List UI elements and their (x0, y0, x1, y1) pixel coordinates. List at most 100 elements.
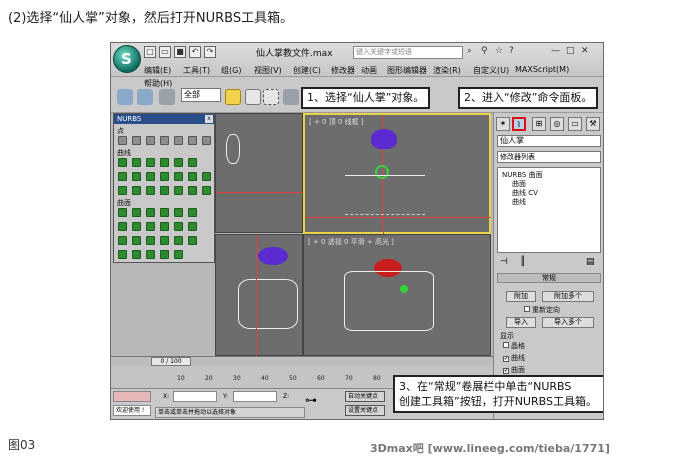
search-input[interactable]: 键入关键字或短语 (353, 46, 463, 59)
modify-tab-icon[interactable]: ⌇ (512, 117, 526, 131)
frame-counter[interactable]: 0 / 100 (151, 357, 191, 366)
maximize-icon[interactable]: □ (566, 46, 575, 56)
search-icon[interactable]: ⌕ (467, 46, 472, 56)
curve-tool-icon[interactable] (174, 172, 183, 181)
modifier-list-dropdown[interactable]: 修改器列表 (497, 151, 601, 163)
favorites-icon[interactable]: ☆ (495, 46, 503, 56)
subscription-icon[interactable]: ⚲ (481, 46, 488, 56)
cactus-flower-object[interactable] (371, 129, 397, 149)
selection-filter-dropdown[interactable]: 全部 (181, 88, 221, 102)
utilities-tab-icon[interactable]: ⚒ (586, 117, 600, 131)
curve-tool-icon[interactable] (118, 186, 127, 195)
show-end-result-icon[interactable]: ║ (520, 257, 525, 267)
curve-tool-icon[interactable] (174, 186, 183, 195)
stack-item-curve[interactable]: 曲线 (512, 197, 526, 207)
curve-tool-icon[interactable] (160, 172, 169, 181)
curve-tool-icon[interactable] (202, 172, 211, 181)
curve-tool-icon[interactable] (202, 186, 211, 195)
general-rollout-header[interactable]: 常规 (497, 273, 601, 283)
motion-tab-icon[interactable]: ◎ (550, 117, 564, 131)
modifier-stack[interactable]: NURBS 曲面 曲面 曲线 CV 曲线 (497, 167, 601, 253)
menu-rendering[interactable]: 渲染(R) (433, 65, 461, 76)
unlink-icon[interactable] (137, 89, 153, 105)
save-icon[interactable]: ■ (174, 46, 186, 58)
maxscript-listener-field[interactable] (113, 391, 151, 402)
menu-animation[interactable]: 动画 (361, 65, 377, 76)
curve-tool-icon[interactable] (160, 186, 169, 195)
surface-tool-icon[interactable] (132, 236, 141, 245)
surface-tool-icon[interactable] (146, 222, 155, 231)
surface-tool-icon[interactable] (174, 208, 183, 217)
curve-tool-icon[interactable] (146, 186, 155, 195)
curve-tool-icon[interactable] (146, 158, 155, 167)
new-file-icon[interactable]: □ (144, 46, 156, 58)
select-by-name-icon[interactable] (245, 89, 261, 105)
y-coordinate-field[interactable] (233, 391, 277, 402)
viewport-left[interactable] (215, 234, 303, 357)
menu-maxscript[interactable]: MAXScript(M) (515, 65, 569, 74)
help-icon[interactable]: ? (509, 46, 514, 56)
undo-icon[interactable]: ↶ (189, 46, 201, 58)
surface-tool-icon[interactable] (174, 236, 183, 245)
menu-tools[interactable]: 工具(T) (183, 65, 210, 76)
attach-button[interactable]: 附加 (506, 291, 536, 302)
point-tool-icon[interactable] (146, 136, 155, 145)
surface-tool-icon[interactable] (160, 208, 169, 217)
import-multiple-button[interactable]: 导入多个 (542, 317, 594, 328)
set-key-button[interactable]: 设置关键点 (345, 405, 385, 416)
pin-stack-icon[interactable]: ⊣ (500, 257, 508, 267)
surface-tool-icon[interactable] (118, 236, 127, 245)
import-button[interactable]: 导入 (506, 317, 536, 328)
curve-tool-icon[interactable] (188, 186, 197, 195)
surface-tool-icon[interactable] (188, 208, 197, 217)
curve-tool-icon[interactable] (132, 158, 141, 167)
menu-create[interactable]: 创建(C) (293, 65, 321, 76)
curve-tool-icon[interactable] (132, 186, 141, 195)
surface-tool-icon[interactable] (132, 222, 141, 231)
menu-help[interactable]: 帮助(H) (144, 78, 172, 89)
hierarchy-tab-icon[interactable]: ⊞ (532, 117, 546, 131)
curves-checkbox[interactable]: ✔ 曲线 (503, 353, 525, 363)
nurbs-toolbox-panel[interactable]: NURBS x 点 曲线 曲面 (113, 113, 215, 263)
surface-tool-icon[interactable] (160, 222, 169, 231)
surface-tool-icon[interactable] (118, 208, 127, 217)
bind-space-warp-icon[interactable] (159, 89, 175, 105)
surface-tool-icon[interactable] (118, 250, 127, 259)
nurbs-panel-title[interactable]: NURBS (114, 114, 214, 124)
surface-tool-icon[interactable] (160, 250, 169, 259)
viewport-front[interactable] (215, 113, 304, 233)
close-icon[interactable]: x (205, 115, 213, 123)
surface-tool-icon[interactable] (132, 250, 141, 259)
surface-tool-icon[interactable] (146, 236, 155, 245)
point-tool-icon[interactable] (202, 136, 211, 145)
surface-tool-icon[interactable] (146, 250, 155, 259)
point-tool-icon[interactable] (188, 136, 197, 145)
x-coordinate-field[interactable] (173, 391, 217, 402)
menu-edit[interactable]: 编辑(E) (144, 65, 171, 76)
surface-tool-icon[interactable] (118, 222, 127, 231)
menu-views[interactable]: 视图(V) (254, 65, 282, 76)
display-tab-icon[interactable]: ▭ (568, 117, 582, 131)
surface-tool-icon[interactable] (146, 208, 155, 217)
window-crossing-icon[interactable] (283, 89, 299, 105)
configure-sets-icon[interactable]: ▤ (586, 257, 595, 267)
point-tool-icon[interactable] (174, 136, 183, 145)
curve-tool-icon[interactable] (118, 172, 127, 181)
key-icon[interactable]: ⊶ (305, 393, 317, 407)
surface-tool-icon[interactable] (132, 208, 141, 217)
curve-tool-icon[interactable] (174, 158, 183, 167)
menu-graph-editors[interactable]: 图形编辑器 (387, 65, 427, 76)
surface-tool-icon[interactable] (188, 222, 197, 231)
surface-tool-icon[interactable] (160, 236, 169, 245)
menu-modifiers[interactable]: 修改器 (331, 65, 355, 76)
create-tab-icon[interactable]: ✶ (496, 117, 510, 131)
curve-tool-icon[interactable] (188, 158, 197, 167)
time-slider[interactable]: 0 / 100 (111, 356, 493, 366)
object-name-field[interactable]: 仙人掌 (497, 135, 601, 147)
minimize-icon[interactable]: — (551, 46, 560, 56)
surface-tool-icon[interactable] (188, 236, 197, 245)
point-tool-icon[interactable] (132, 136, 141, 145)
surfaces-checkbox[interactable]: ✔ 曲面 (503, 365, 525, 375)
select-object-icon[interactable] (225, 89, 241, 105)
curve-tool-icon[interactable] (146, 172, 155, 181)
